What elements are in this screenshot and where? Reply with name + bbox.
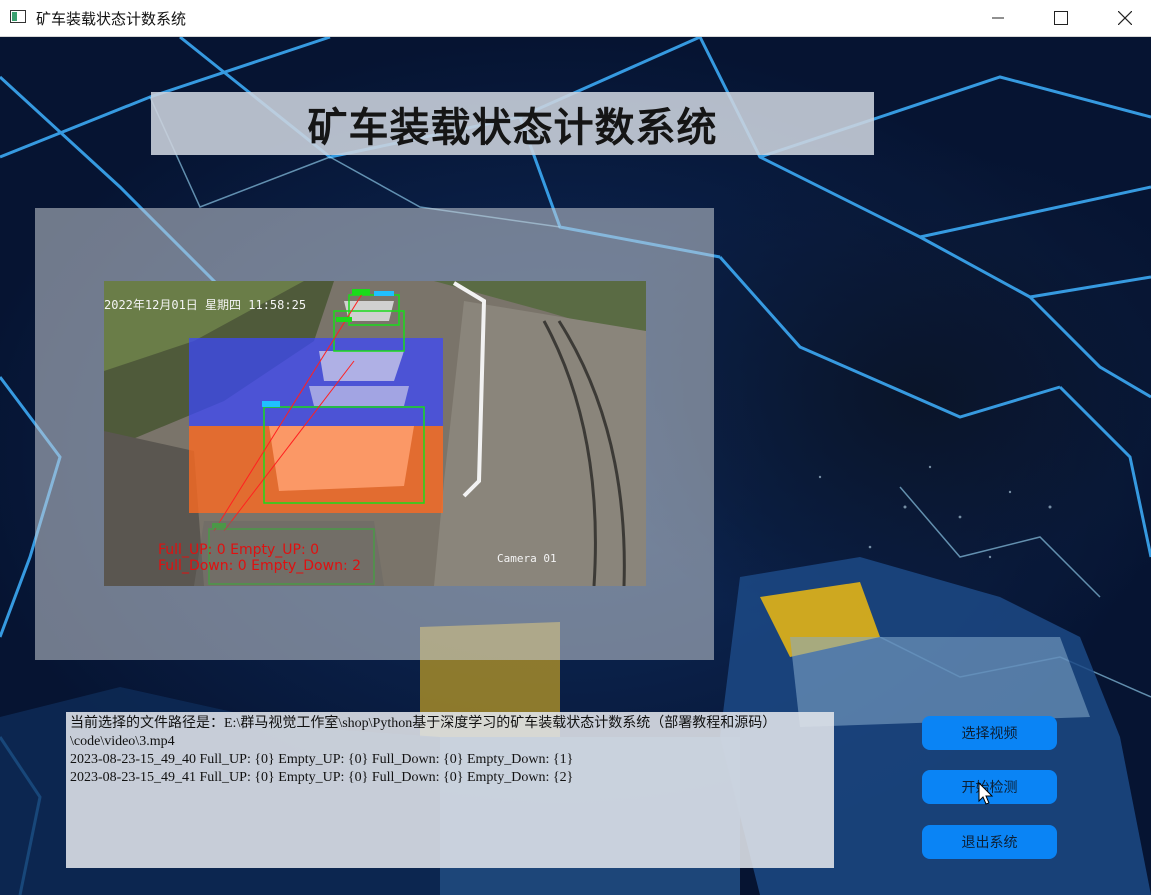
log-line: 2023-08-23-15_49_40 Full_UP: {0} Empty_U…: [70, 752, 574, 767]
camera-label: Camera 01: [497, 552, 557, 565]
log-textbox[interactable]: 当前选择的文件路径是：E:\群马视觉工作室\shop\Python基于深度学习的…: [66, 712, 834, 868]
close-button[interactable]: [1102, 0, 1148, 36]
count-up-overlay: Full_UP: 0 Empty_UP: 0: [158, 542, 320, 558]
log-line: 2023-08-23-15_49_41 Full_UP: {0} Empty_U…: [70, 770, 574, 785]
close-icon: [1118, 11, 1132, 25]
minimize-button[interactable]: [975, 0, 1021, 36]
exit-system-button[interactable]: 退出系统: [922, 825, 1057, 859]
maximize-icon: [1054, 11, 1068, 25]
log-line-file-path: 当前选择的文件路径是：E:\群马视觉工作室\shop\Python基于深度学习的…: [70, 716, 777, 749]
header-banner: 矿车装载状态计数系统: [151, 92, 874, 155]
page-title: 矿车装载状态计数系统: [307, 104, 718, 151]
mouse-cursor-icon: [978, 782, 994, 805]
app-window-icon: [10, 10, 26, 23]
window-titlebar: 矿车装载状态计数系统: [0, 0, 1151, 37]
window-title: 矿车装载状态计数系统: [36, 10, 187, 28]
video-display: 2022年12月01日 星期四 11:58:25 Full_UP: 0 Empt…: [104, 281, 646, 586]
detection-frame-image: [104, 281, 646, 586]
minimize-icon: [992, 17, 1004, 19]
maximize-button[interactable]: [1038, 0, 1084, 36]
count-down-overlay: Full_Down: 0 Empty_Down: 2: [158, 558, 362, 574]
video-timestamp: 2022年12月01日 星期四 11:58:25: [104, 298, 307, 312]
select-video-button[interactable]: 选择视频: [922, 716, 1057, 750]
